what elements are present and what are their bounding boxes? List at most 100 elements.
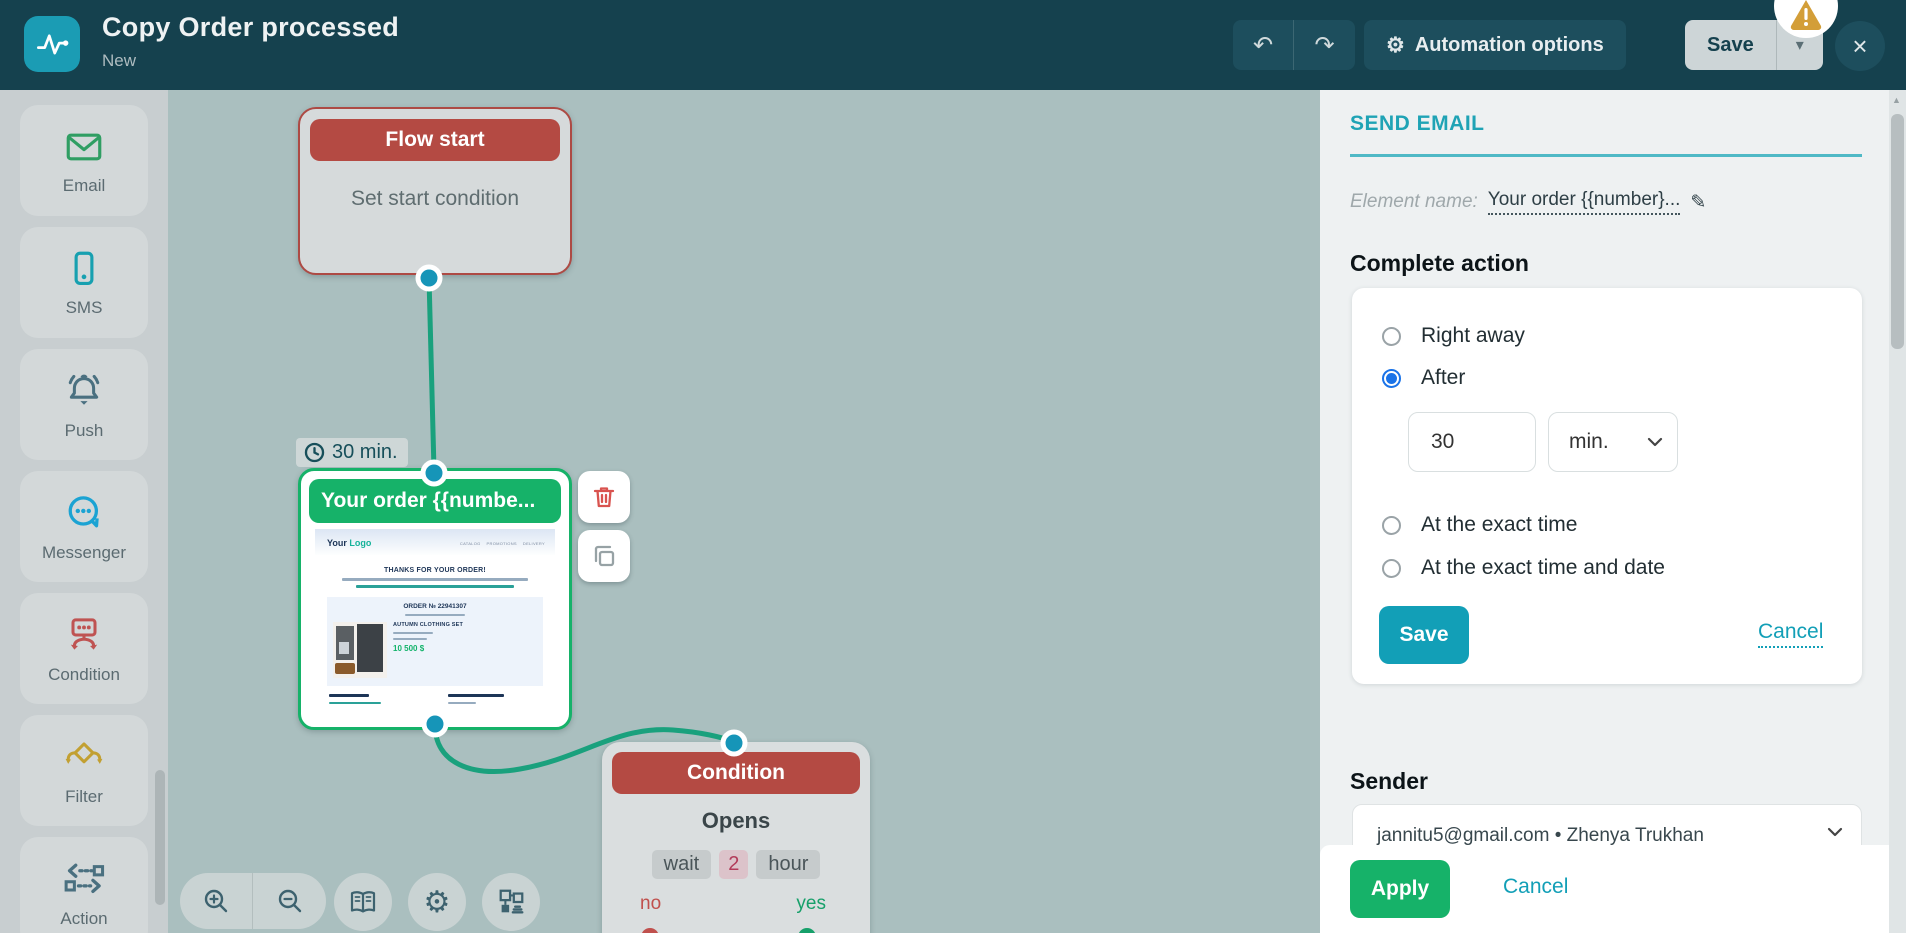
element-palette-sidebar: Email SMS Push Messenger Condition Filte…: [0, 90, 168, 933]
sidebar-item-messenger[interactable]: Messenger: [20, 471, 148, 582]
pulse-icon: [36, 34, 69, 55]
sidebar-item-condition[interactable]: Condition: [20, 593, 148, 704]
messenger-icon: [68, 495, 99, 527]
sidebar-item-push[interactable]: Push: [20, 349, 148, 460]
panel-divider: [1350, 154, 1862, 157]
sidebar-scrollbar-thumb[interactable]: [155, 770, 165, 905]
wait-value-chip[interactable]: 2: [719, 850, 749, 879]
radio-after[interactable]: After: [1382, 366, 1465, 390]
gear-icon: ⚙: [1386, 33, 1405, 57]
chevron-down-icon: ▾: [1795, 37, 1804, 54]
condition-event: Opens: [701, 808, 771, 833]
canvas-settings-button[interactable]: ⚙: [408, 873, 466, 931]
preview-nav: CATALOG PROMOTIONS DELIVERY: [460, 541, 545, 546]
wait-unit-chip[interactable]: hour: [756, 850, 821, 879]
port-email-out[interactable]: [421, 710, 449, 738]
page-scrollbar[interactable]: ▲: [1889, 90, 1906, 933]
node-condition[interactable]: Condition Opens wait 2 hour no yes: [602, 742, 870, 933]
minimap-button[interactable]: [482, 873, 540, 931]
delay-unit-value: min.: [1569, 430, 1609, 453]
edit-pencil-icon[interactable]: ✎: [1690, 191, 1706, 214]
sidebar-item-label: Push: [64, 420, 104, 440]
zoom-in-button[interactable]: [180, 873, 253, 929]
branch-yes-port[interactable]: [798, 928, 816, 933]
panel-footer: Apply Cancel: [1320, 845, 1906, 933]
preview-product-name: AUTUMN CLOTHING SET: [393, 622, 464, 628]
action-icon: [64, 863, 105, 893]
radio-circle-selected[interactable]: [1382, 368, 1401, 388]
wait-label-chip[interactable]: wait: [651, 850, 712, 879]
radio-exact-time[interactable]: At the exact time: [1382, 513, 1577, 537]
book-icon: [350, 891, 376, 913]
close-button[interactable]: ×: [1835, 21, 1885, 71]
complete-action-card: Right away After min. At the exact time …: [1352, 288, 1862, 684]
preview-product-image: [333, 622, 387, 678]
undo-icon: ↶: [1252, 31, 1274, 59]
preview-nav-item: CATALOG: [459, 540, 481, 546]
panel-title: SEND EMAIL: [1350, 112, 1485, 135]
port-email-in[interactable]: [420, 459, 448, 487]
port-condition-in[interactable]: [720, 729, 748, 757]
delay-unit-select[interactable]: min.: [1548, 412, 1678, 472]
sidebar-item-label: Filter: [65, 786, 103, 806]
zoom-out-button[interactable]: [253, 873, 326, 929]
push-bell-icon: [68, 374, 100, 405]
preview-heading: THANKS FOR YOUR ORDER!: [384, 567, 486, 574]
element-name-label: Element name:: [1350, 191, 1478, 212]
complete-action-cancel-link[interactable]: Cancel: [1758, 620, 1824, 648]
radio-circle[interactable]: [1382, 558, 1401, 578]
condition-node-header: Condition: [612, 752, 860, 794]
radio-right-away[interactable]: Right away: [1382, 324, 1525, 348]
trash-icon: [593, 487, 615, 508]
preview-nav-item: DELIVERY: [522, 540, 545, 546]
sidebar-item-label: Email: [62, 175, 106, 195]
complete-action-heading: Complete action: [1350, 250, 1529, 276]
sidebar-item-sms[interactable]: SMS: [20, 227, 148, 338]
node-flow-start[interactable]: Flow start Set start condition: [298, 107, 572, 275]
delay-value-input[interactable]: [1408, 412, 1536, 472]
port-flow-start-out[interactable]: [415, 264, 443, 292]
panel-cancel-link[interactable]: Cancel: [1503, 875, 1568, 899]
radio-label: After: [1421, 366, 1466, 389]
preview-product-info: AUTUMN CLOTHING SET 10 500 $: [393, 622, 537, 678]
chevron-down-icon: [1827, 827, 1843, 837]
filter-icon: [65, 741, 103, 764]
scrollbar-thumb[interactable]: [1891, 114, 1904, 349]
apply-button[interactable]: Apply: [1350, 860, 1450, 918]
sidebar-item-filter[interactable]: Filter: [20, 715, 148, 826]
radio-exact-time-date[interactable]: At the exact time and date: [1382, 556, 1665, 580]
preview-order-number: ORDER № 22941307: [403, 603, 467, 610]
automation-options-label: Automation options: [1414, 33, 1604, 56]
automation-options-button[interactable]: ⚙ Automation options: [1364, 20, 1626, 70]
sender-value: jannitu5@gmail.com • Zhenya Trukhan: [1377, 825, 1704, 846]
duplicate-node-button[interactable]: [578, 530, 630, 582]
redo-button[interactable]: ↷: [1294, 20, 1355, 70]
email-preview-thumbnail: Your Logo CATALOG PROMOTIONS DELIVERY TH…: [315, 529, 555, 709]
delay-badge-label: 30 min.: [332, 441, 398, 463]
send-email-settings-panel: SEND EMAIL Element name: Your order {{nu…: [1320, 90, 1906, 933]
sidebar-item-action[interactable]: Action: [20, 837, 148, 933]
sidebar-item-email[interactable]: Email: [20, 105, 148, 216]
preview-text-line: [356, 585, 514, 588]
branch-no-label: no: [640, 893, 662, 914]
preview-logo: Your Logo: [327, 538, 372, 548]
complete-action-save-button[interactable]: Save: [1379, 606, 1469, 664]
preview-text-line: [405, 614, 465, 616]
element-name-value[interactable]: Your order {{number}...: [1487, 189, 1681, 215]
scrollbar-up-arrow[interactable]: ▲: [1892, 95, 1901, 105]
close-icon: ×: [1852, 30, 1868, 61]
preview-order-box: ORDER № 22941307 AUTUMN CLOTHING SET 10 …: [327, 597, 543, 686]
branch-no-port[interactable]: [641, 928, 659, 933]
zoom-controls: [180, 873, 326, 929]
save-button[interactable]: Save: [1685, 20, 1777, 70]
delete-node-button[interactable]: [578, 471, 630, 523]
warning-triangle-icon: [1790, 0, 1822, 30]
radio-circle[interactable]: [1382, 515, 1401, 535]
flow-canvas[interactable]: Flow start Set start condition 30 min. Y…: [168, 90, 1320, 933]
radio-label: Right away: [1421, 324, 1525, 347]
guide-button[interactable]: [334, 873, 392, 931]
undo-button[interactable]: ↶: [1233, 20, 1294, 70]
node-send-email[interactable]: Your order {{numbe... Your Logo CATALOG …: [298, 468, 572, 730]
sidebar-item-label: Action: [60, 908, 108, 928]
radio-circle[interactable]: [1382, 326, 1401, 346]
